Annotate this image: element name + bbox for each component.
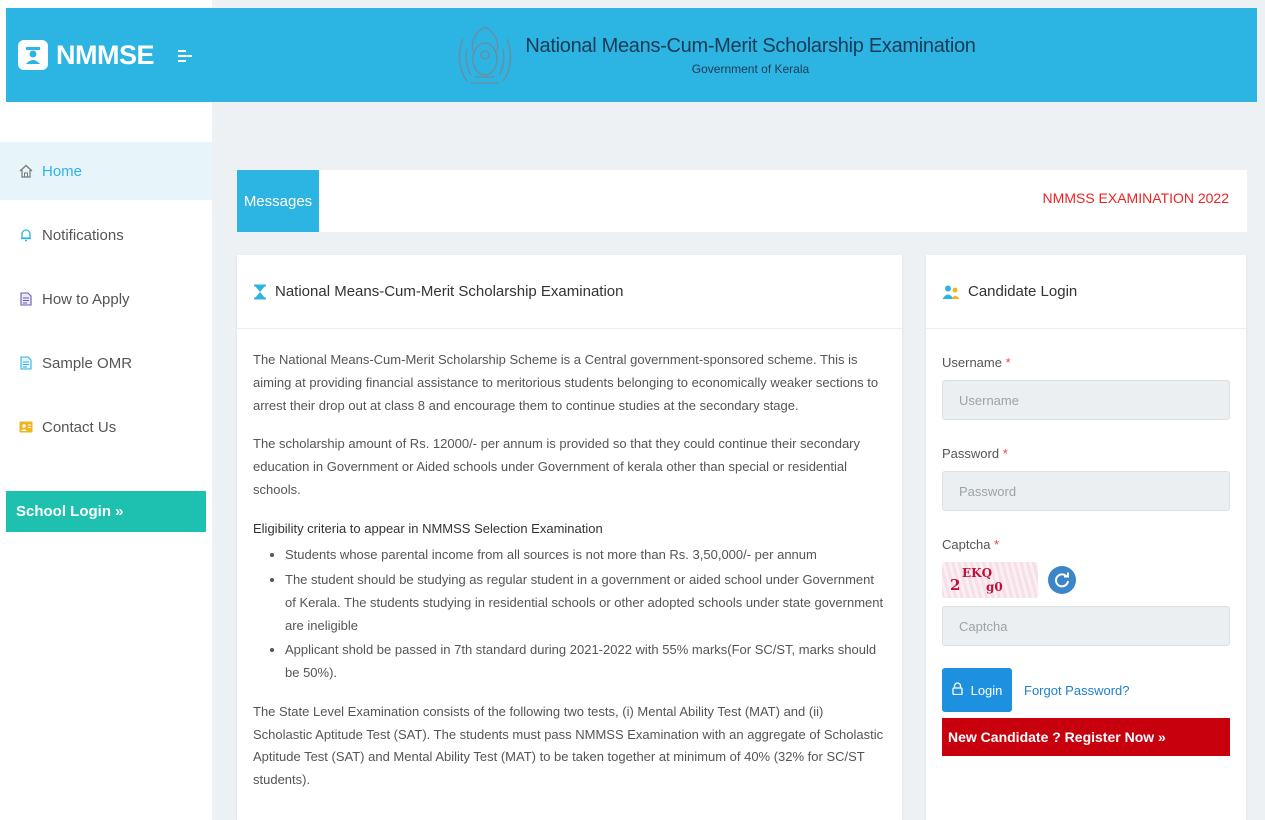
- sidebar-item-label: Contact Us: [42, 418, 117, 436]
- captcha-row: 2 EKQ g0: [942, 562, 1230, 598]
- refresh-captcha-icon[interactable]: [1048, 566, 1076, 594]
- required-marker: *: [994, 537, 1000, 552]
- brand[interactable]: NMMSE: [6, 8, 212, 102]
- info-card-header: National Means-Cum-Merit Scholarship Exa…: [237, 255, 902, 329]
- page-subtitle: Government of Kerala: [691, 61, 810, 76]
- login-button-label: Login: [970, 682, 1003, 698]
- graduate-icon: [18, 40, 48, 70]
- captcha-label: Captcha *: [942, 537, 1230, 552]
- exam-details-paragraph: The State Level Examination consists of …: [253, 703, 884, 787]
- eligibility-heading: Eligibility criteria to appear in NMMSS …: [253, 520, 603, 536]
- login-actions: Login Forgot Password?: [942, 668, 1230, 712]
- candidate-login-card: Candidate Login Username * Password * Ca…: [926, 255, 1246, 820]
- menu-toggle-icon[interactable]: [178, 50, 192, 62]
- sidebar-item-contact-us[interactable]: Contact Us: [0, 398, 212, 456]
- school-login-button[interactable]: School Login »: [6, 491, 206, 532]
- sidebar-item-home[interactable]: Home: [0, 142, 212, 200]
- info-card: National Means-Cum-Merit Scholarship Exa…: [237, 255, 902, 820]
- scholarship-amount-paragraph: The scholarship amount of Rs. 12000/- pe…: [253, 436, 861, 497]
- sidebar-item-label: Sample OMR: [42, 354, 133, 372]
- lock-icon: [951, 682, 963, 698]
- list-item: The student should be studying as regula…: [285, 569, 886, 637]
- header: National Means-Cum-Merit Scholarship Exa…: [212, 8, 1257, 102]
- kerala-emblem-icon: [459, 26, 512, 84]
- users-icon: [942, 285, 960, 299]
- page-title: National Means-Cum-Merit Scholarship Exa…: [525, 34, 976, 57]
- register-button[interactable]: New Candidate ? Register Now »: [942, 718, 1230, 756]
- document-icon: [16, 290, 36, 308]
- hourglass-icon: [254, 284, 266, 299]
- password-label: Password *: [942, 446, 1230, 461]
- captcha-input[interactable]: [942, 606, 1230, 646]
- document-icon: [16, 354, 36, 372]
- eligibility-list: Students whose parental income from all …: [253, 544, 886, 685]
- required-marker: *: [1005, 355, 1011, 370]
- intro-paragraph: The National Means-Cum-Merit Scholarship…: [253, 352, 879, 413]
- home-icon: [16, 162, 36, 180]
- sidebar-item-sample-omr[interactable]: Sample OMR: [0, 334, 212, 392]
- list-item: Applicant shold be passed in 7th standar…: [285, 639, 886, 685]
- captcha-label-text: Captcha: [942, 537, 991, 552]
- messages-marquee[interactable]: NMMSS EXAMINATION 2022: [1043, 190, 1229, 206]
- messages-bar: Messages NMMSS EXAMINATION 2022: [237, 170, 1247, 232]
- captcha-char: EKQ: [962, 566, 993, 580]
- login-card-header: Candidate Login: [926, 255, 1246, 329]
- password-input[interactable]: [942, 471, 1230, 511]
- bell-icon: [16, 226, 36, 244]
- info-card-body: The National Means-Cum-Merit Scholarship…: [237, 329, 902, 792]
- username-input[interactable]: [942, 380, 1230, 420]
- username-label-text: Username: [942, 355, 1002, 370]
- sidebar-item-label: Home: [42, 162, 83, 180]
- list-item: Students whose parental income from all …: [285, 544, 886, 567]
- login-form: Username * Password * Captcha * 2 EKQ g0: [926, 355, 1246, 756]
- required-marker: *: [1002, 446, 1008, 461]
- password-label-text: Password: [942, 446, 1000, 461]
- captcha-image: 2 EKQ g0: [942, 562, 1038, 598]
- captcha-char: 2: [950, 576, 961, 594]
- brand-name: NMMSE: [56, 39, 155, 70]
- messages-tab[interactable]: Messages: [237, 170, 319, 232]
- username-label: Username *: [942, 355, 1230, 370]
- login-button[interactable]: Login: [942, 668, 1012, 712]
- sidebar-item-how-to-apply[interactable]: How to Apply: [0, 270, 212, 328]
- sidebar: NMMSE Home Notifications How to Apply Sa…: [0, 0, 212, 820]
- forgot-password-link[interactable]: Forgot Password?: [1024, 683, 1130, 698]
- captcha-char: g0: [986, 580, 1003, 594]
- login-card-title: Candidate Login: [968, 283, 1078, 300]
- sidebar-item-notifications[interactable]: Notifications: [0, 206, 212, 264]
- header-inner: National Means-Cum-Merit Scholarship Exa…: [453, 19, 976, 91]
- info-card-title: National Means-Cum-Merit Scholarship Exa…: [275, 283, 624, 300]
- sidebar-item-label: Notifications: [42, 226, 124, 244]
- contact-card-icon: [16, 418, 36, 436]
- sidebar-item-label: How to Apply: [42, 290, 130, 308]
- sidebar-nav: Home Notifications How to Apply Sample O…: [0, 142, 212, 462]
- header-text: National Means-Cum-Merit Scholarship Exa…: [525, 34, 976, 76]
